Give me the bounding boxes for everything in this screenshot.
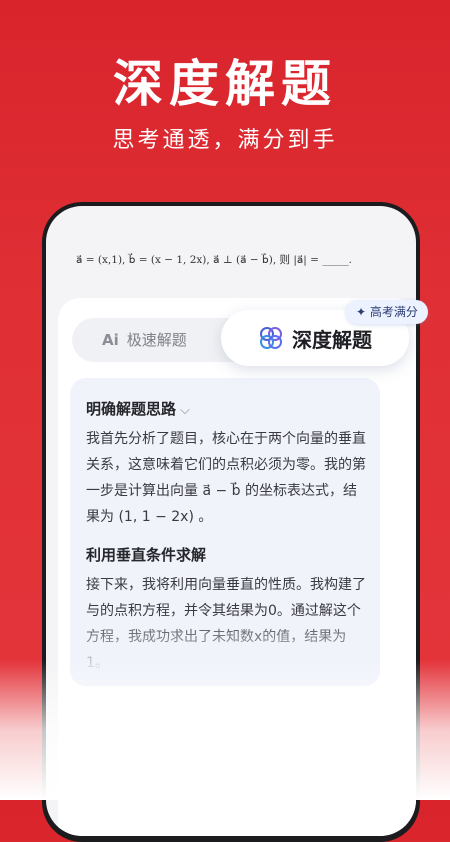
badge-gaokao-full-score: ✦ 高考满分: [346, 300, 428, 324]
answer-card: 明确解题思路 ⌵ 我首先分析了题目，核心在于两个向量的垂直关系，这意味着它们的点积…: [70, 378, 380, 686]
deep-mode-label: 深度解题: [292, 327, 372, 352]
chevron-down-icon: ⌵: [180, 403, 190, 418]
brain-icon: [260, 327, 282, 349]
sparkle-icon: ✦: [356, 305, 367, 319]
bottom-fade-overlay: [0, 660, 450, 800]
badge-label: 高考满分: [369, 305, 418, 319]
fast-mode-tab[interactable]: Ai 极速解题: [102, 318, 187, 362]
section-title-solve: 利用垂直条件求解: [86, 546, 207, 564]
section-text-approach: 我首先分析了题目，核心在于两个向量的垂直关系，这意味着它们的点积必须为零。我的第…: [86, 431, 366, 525]
section-title-approach[interactable]: 明确解题思路 ⌵: [86, 398, 190, 419]
subline: 思考通透，满分到手: [112, 128, 338, 153]
headline: 深度解题: [113, 55, 337, 113]
ai-icon: Ai: [102, 331, 119, 349]
section-title-label: 明确解题思路: [86, 400, 177, 418]
question-text: a⃗ = (x,1), b⃗ = (x − 1, 2x), a⃗ ⊥ (a⃗ −…: [76, 254, 352, 266]
fast-mode-label: 极速解题: [126, 331, 187, 349]
